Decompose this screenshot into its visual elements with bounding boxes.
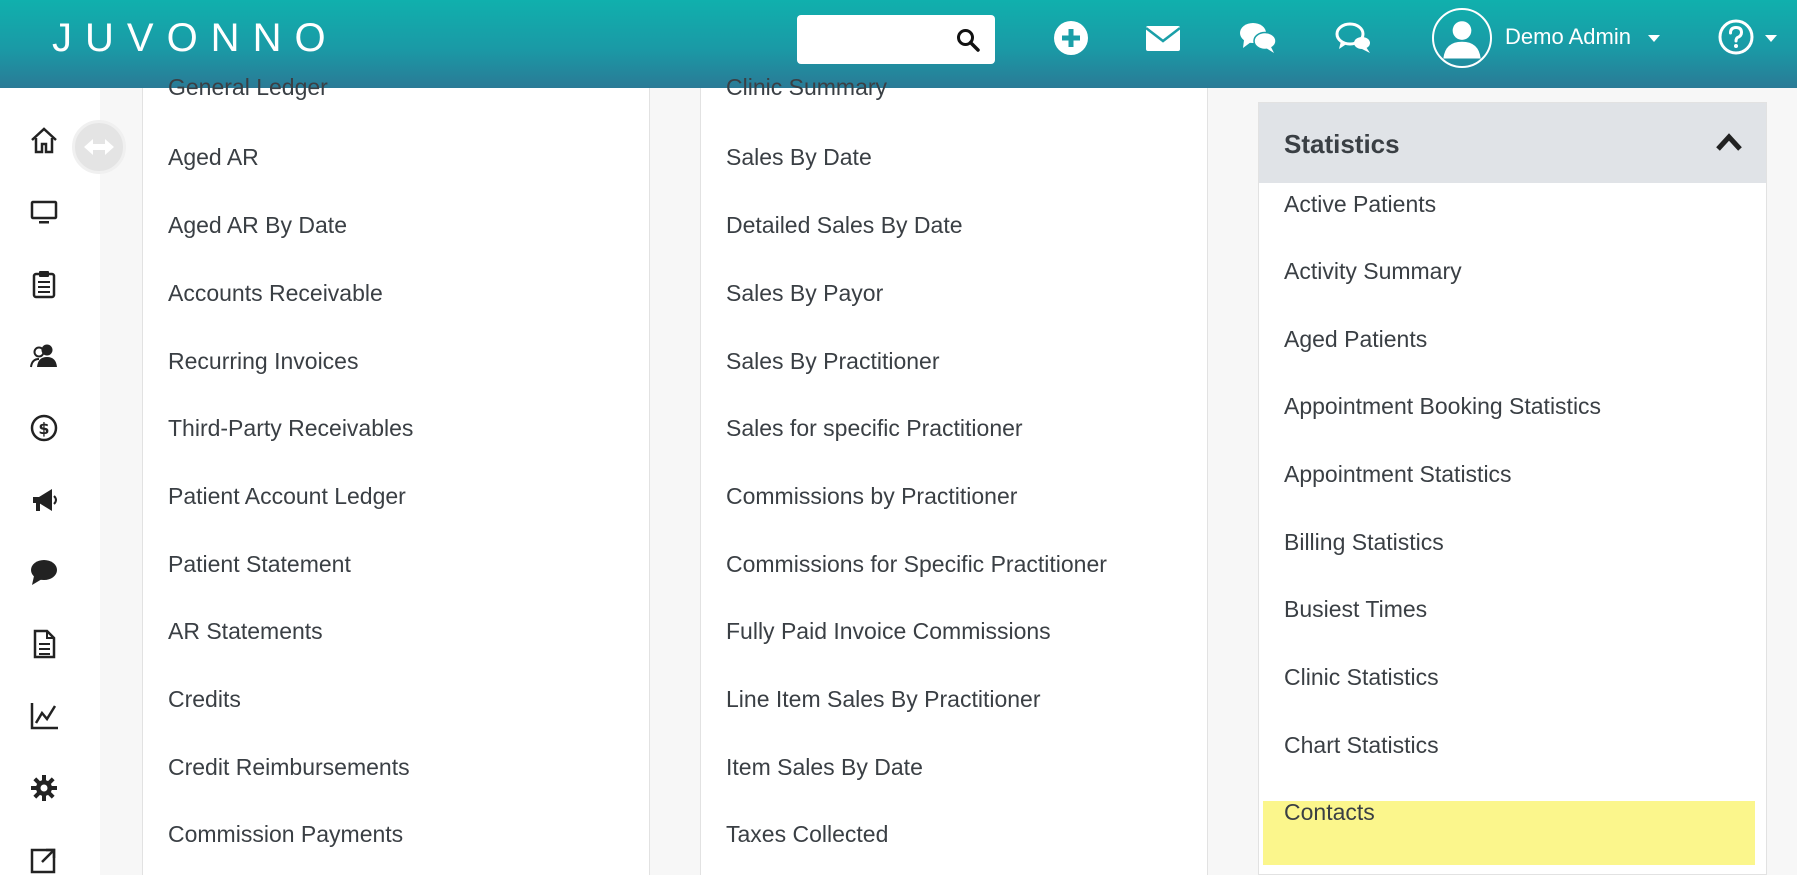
search-icon[interactable] bbox=[955, 27, 981, 53]
report-link[interactable]: Accounts Receivable bbox=[168, 280, 383, 307]
user-icon bbox=[1443, 21, 1481, 59]
report-link[interactable]: Credit Reimbursements bbox=[168, 754, 410, 781]
report-link[interactable]: Commission Payments bbox=[168, 821, 403, 848]
chevron-down-icon[interactable] bbox=[1648, 35, 1660, 42]
help-icon[interactable] bbox=[1717, 18, 1755, 56]
statistics-title: Statistics bbox=[1284, 129, 1400, 159]
report-link[interactable]: Recurring Invoices bbox=[168, 348, 358, 375]
report-link[interactable]: Taxes Collected bbox=[726, 821, 888, 848]
statistics-link[interactable]: Chart Statistics bbox=[1284, 732, 1439, 759]
report-link[interactable]: Commissions by Practitioner bbox=[726, 483, 1017, 510]
report-link[interactable]: Item Sales By Date bbox=[726, 754, 923, 781]
sidebar: $ bbox=[0, 88, 100, 875]
user-name[interactable]: Demo Admin bbox=[1505, 24, 1631, 50]
clipboard-icon[interactable] bbox=[28, 268, 60, 300]
report-link[interactable]: Fully Paid Invoice Commissions bbox=[726, 618, 1051, 645]
report-link[interactable]: Patient Account Ledger bbox=[168, 483, 406, 510]
avatar[interactable] bbox=[1432, 8, 1492, 68]
statistics-link[interactable]: Active Patients bbox=[1284, 191, 1436, 218]
financial-reports-panel: General Ledger Aged AR Aged AR By Date A… bbox=[142, 74, 650, 875]
report-link[interactable]: Aged AR bbox=[168, 144, 259, 171]
statistics-header[interactable]: Statistics bbox=[1259, 103, 1766, 183]
sidebar-collapse-toggle[interactable] bbox=[72, 120, 126, 174]
chart-icon[interactable] bbox=[28, 700, 60, 732]
gear-icon[interactable] bbox=[28, 772, 60, 804]
report-link[interactable]: Third-Party Receivables bbox=[168, 415, 413, 442]
search-input[interactable] bbox=[805, 23, 945, 56]
report-link[interactable]: AR Statements bbox=[168, 618, 323, 645]
dollar-icon[interactable]: $ bbox=[28, 412, 60, 444]
statistics-link[interactable]: Aged Patients bbox=[1284, 326, 1427, 353]
home-icon[interactable] bbox=[28, 124, 60, 156]
comment-icon[interactable] bbox=[28, 556, 60, 588]
envelope-icon[interactable] bbox=[1143, 18, 1183, 58]
document-icon[interactable] bbox=[28, 628, 60, 660]
report-link[interactable]: Sales By Date bbox=[726, 144, 872, 171]
report-link[interactable]: Commissions for Specific Practitioner bbox=[726, 551, 1107, 578]
arrows-horizontal-icon bbox=[84, 139, 114, 155]
chat-icon[interactable] bbox=[1238, 18, 1278, 58]
statistics-link[interactable]: Clinic Statistics bbox=[1284, 664, 1439, 691]
report-link[interactable]: Line Item Sales By Practitioner bbox=[726, 686, 1040, 713]
report-link[interactable]: Sales By Payor bbox=[726, 280, 883, 307]
statistics-link[interactable]: Activity Summary bbox=[1284, 258, 1462, 285]
statistics-link[interactable]: Appointment Statistics bbox=[1284, 461, 1512, 488]
search-box bbox=[797, 15, 995, 64]
report-link[interactable]: Sales By Practitioner bbox=[726, 348, 939, 375]
plus-circle-icon[interactable] bbox=[1051, 18, 1091, 58]
report-link[interactable]: Clinic Summary bbox=[726, 74, 887, 101]
chat-bubbles-icon[interactable] bbox=[1334, 18, 1374, 58]
sales-reports-panel: Clinic Summary Sales By Date Detailed Sa… bbox=[700, 74, 1208, 875]
report-link[interactable]: Credits bbox=[168, 686, 241, 713]
users-icon[interactable] bbox=[28, 340, 60, 372]
chevron-up-icon[interactable] bbox=[1714, 131, 1744, 153]
report-link[interactable]: Patient Statement bbox=[168, 551, 351, 578]
app-logo[interactable]: JUVONNO bbox=[52, 16, 339, 61]
report-link[interactable]: General Ledger bbox=[168, 74, 328, 101]
chevron-down-icon[interactable] bbox=[1765, 35, 1777, 42]
statistics-link[interactable]: Busiest Times bbox=[1284, 596, 1427, 623]
statistics-link[interactable]: Billing Statistics bbox=[1284, 529, 1444, 556]
report-link[interactable]: Aged AR By Date bbox=[168, 212, 347, 239]
statistics-link[interactable]: Contacts bbox=[1284, 799, 1375, 826]
statistics-panel: Statistics Active Patients Activity Summ… bbox=[1258, 102, 1767, 875]
svg-text:$: $ bbox=[38, 419, 49, 438]
report-link[interactable]: Sales for specific Practitioner bbox=[726, 415, 1023, 442]
megaphone-icon[interactable] bbox=[28, 484, 60, 516]
statistics-link[interactable]: Appointment Booking Statistics bbox=[1284, 393, 1601, 420]
report-link[interactable]: Detailed Sales By Date bbox=[726, 212, 963, 239]
monitor-icon[interactable] bbox=[28, 196, 60, 228]
external-link-icon[interactable] bbox=[28, 844, 60, 875]
